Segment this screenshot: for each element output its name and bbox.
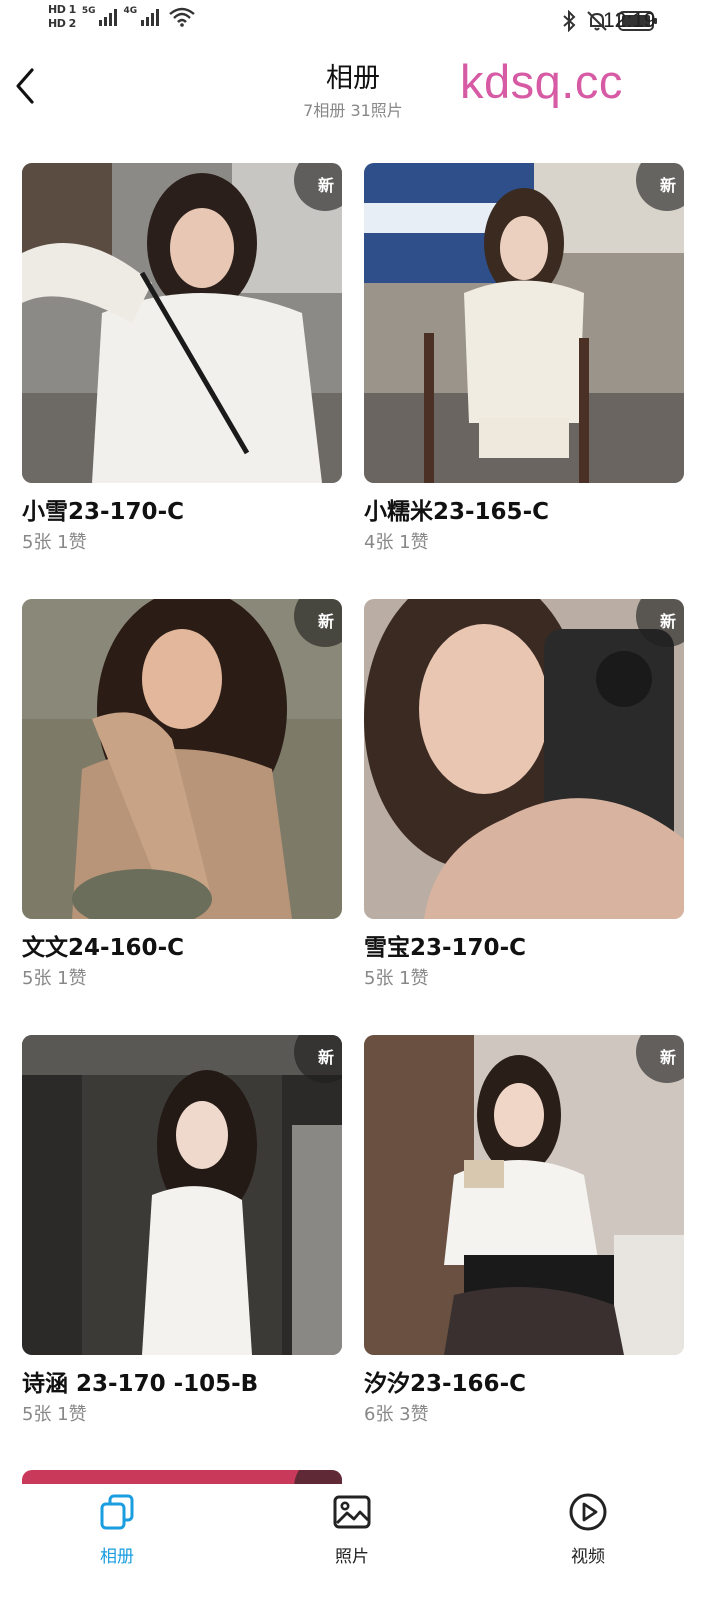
album-card[interactable]: 新 诗涵 23-170 -105-B 5张 1赞 [22, 1035, 342, 1427]
album-title: 小雪23-170-C [22, 499, 184, 525]
album-title: 诗涵 23-170 -105-B [22, 1371, 259, 1397]
nav-label-albums: 相册 [100, 1547, 134, 1567]
play-circle-icon [569, 1493, 607, 1531]
album-photo [22, 599, 342, 919]
bottom-nav: 相册 照片 视频 [0, 1484, 720, 1600]
album-stats: 5张 1赞 [22, 532, 87, 553]
album-title: 文文24-160-C [22, 935, 184, 961]
watermark-text: kdsq.cc [460, 55, 623, 108]
albums-icon [100, 1494, 134, 1530]
new-badge-label: 新 [317, 1048, 334, 1067]
album-card[interactable]: 新 文文24-160-C 5张 1赞 [22, 599, 342, 991]
album-stats: 5张 1赞 [22, 968, 87, 989]
clock: 12:19 [603, 9, 656, 32]
nav-tab-albums[interactable]: 相册 [57, 1492, 177, 1567]
album-stats: 4张 1赞 [364, 532, 429, 553]
album-cover[interactable]: 新 [22, 599, 342, 919]
album-title: 雪宝23-170-C [364, 935, 526, 961]
nav-tab-photos[interactable]: 照片 [292, 1492, 412, 1567]
album-cover[interactable]: 新 [364, 163, 684, 483]
album-card[interactable]: 新 雪宝23-170-C 5张 1赞 [364, 599, 684, 991]
sim2-label: HD 2 [48, 17, 76, 30]
bluetooth-icon [563, 10, 576, 32]
network-type-2: 4G [123, 6, 138, 16]
network-type-1: 5G [81, 6, 96, 16]
album-card-partial[interactable] [22, 1470, 342, 1484]
album-cover[interactable]: 新 [364, 599, 684, 919]
album-photo [22, 163, 342, 483]
album-card[interactable]: 新 汐汐23-166-C 6张 3赞 [364, 1035, 684, 1427]
album-cover[interactable]: 新 [364, 1035, 684, 1355]
new-badge [294, 1470, 342, 1484]
album-title: 汐汐23-166-C [364, 1371, 526, 1397]
new-badge-label: 新 [317, 176, 334, 195]
album-photo [364, 163, 684, 483]
album-stats: 6张 3赞 [364, 1404, 429, 1425]
new-badge-label: 新 [659, 176, 676, 195]
wifi-icon [169, 7, 195, 27]
signal-indicators: HD 1 HD 2 5G 4G [48, 4, 195, 30]
album-cover[interactable]: 新 [22, 1035, 342, 1355]
album-photo [22, 1035, 342, 1355]
album-cover[interactable]: 新 [22, 163, 342, 483]
nav-label-videos: 视频 [571, 1547, 605, 1567]
album-photo [364, 599, 684, 919]
nav-tab-videos[interactable]: 视频 [528, 1492, 648, 1567]
new-badge-label: 新 [659, 612, 676, 631]
page-title: 相册 [326, 63, 380, 94]
signal-bars-1-icon [99, 8, 118, 26]
page-subtitle: 7相册 31照片 [303, 101, 403, 120]
album-card[interactable]: 新 小雪23-170-C 5张 1赞 [22, 163, 342, 555]
album-stats: 5张 1赞 [22, 1404, 87, 1425]
signal-bars-2-icon [141, 8, 160, 26]
album-stats: 5张 1赞 [364, 968, 429, 989]
sim1-label: HD 1 [48, 3, 76, 16]
nav-label-photos: 照片 [335, 1547, 369, 1567]
new-badge-label: 新 [659, 1048, 676, 1067]
status-bar: HD 1 HD 2 5G 4G 12:19 [0, 0, 720, 46]
album-title: 小糯米23-165-C [364, 499, 549, 525]
back-button[interactable] [12, 66, 40, 106]
image-icon [333, 1495, 371, 1529]
album-photo [364, 1035, 684, 1355]
new-badge-label: 新 [317, 612, 334, 631]
album-card[interactable]: 新 小糯米23-165-C 4张 1赞 [364, 163, 684, 555]
